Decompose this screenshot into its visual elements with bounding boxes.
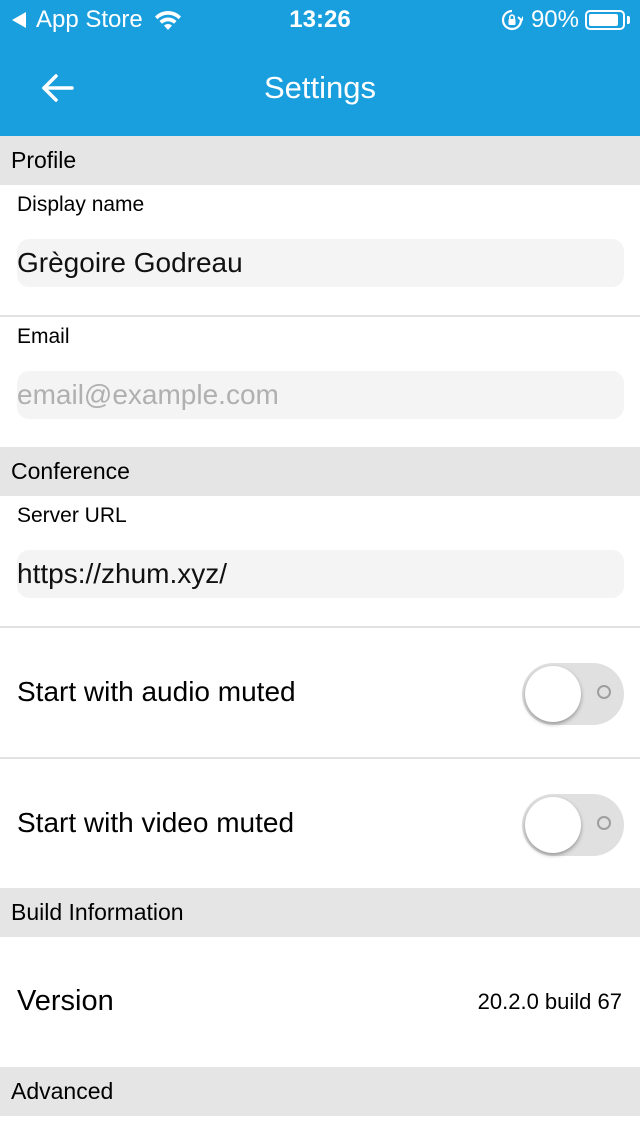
- status-bar: App Store 13:26 90%: [0, 0, 640, 40]
- battery-fill: [589, 14, 618, 26]
- audio-muted-toggle[interactable]: [522, 663, 624, 725]
- battery-percent: 90%: [530, 6, 579, 33]
- display-name-label: Display name: [17, 193, 145, 216]
- section-header-build-information: Build Information: [0, 888, 640, 937]
- settings-screen: App Store 13:26 90% Settings Profile Dis…: [0, 0, 640, 1136]
- section-header-profile: Profile: [0, 136, 640, 185]
- navigation-bar: Settings: [0, 40, 640, 136]
- status-bar-right: 90%: [501, 6, 630, 34]
- battery-icon: [585, 10, 625, 30]
- version-value: 20.2.0 build 67: [477, 989, 622, 1014]
- toggle-knob: [525, 797, 581, 853]
- video-muted-label: Start with video muted: [17, 807, 295, 838]
- server-url-row: Server URL: [0, 496, 640, 626]
- email-label: Email: [17, 325, 70, 348]
- page-title: Settings: [263, 70, 376, 105]
- version-row: Version 20.2.0 build 67: [0, 937, 640, 1067]
- server-url-input[interactable]: [17, 550, 624, 598]
- rotation-lock-icon: [501, 9, 523, 31]
- toggle-off-indicator-icon: [597, 816, 611, 830]
- email-field[interactable]: [17, 371, 624, 419]
- audio-muted-row: Start with audio muted: [0, 628, 640, 757]
- video-muted-toggle[interactable]: [522, 794, 624, 856]
- audio-muted-label: Start with audio muted: [17, 676, 296, 707]
- email-row: Email: [0, 317, 640, 447]
- settings-list: Profile Display name Email Conference Se…: [0, 136, 640, 1116]
- section-header-conference: Conference: [0, 447, 640, 496]
- version-label: Version: [17, 985, 114, 1017]
- battery-tip: [627, 16, 630, 24]
- display-name-row: Display name: [0, 185, 640, 315]
- server-url-label: Server URL: [17, 504, 127, 527]
- toggle-off-indicator-icon: [597, 685, 611, 699]
- video-muted-row: Start with video muted: [0, 759, 640, 888]
- section-header-advanced: Advanced: [0, 1067, 640, 1116]
- display-name-input[interactable]: [17, 239, 624, 287]
- toggle-knob: [525, 666, 581, 722]
